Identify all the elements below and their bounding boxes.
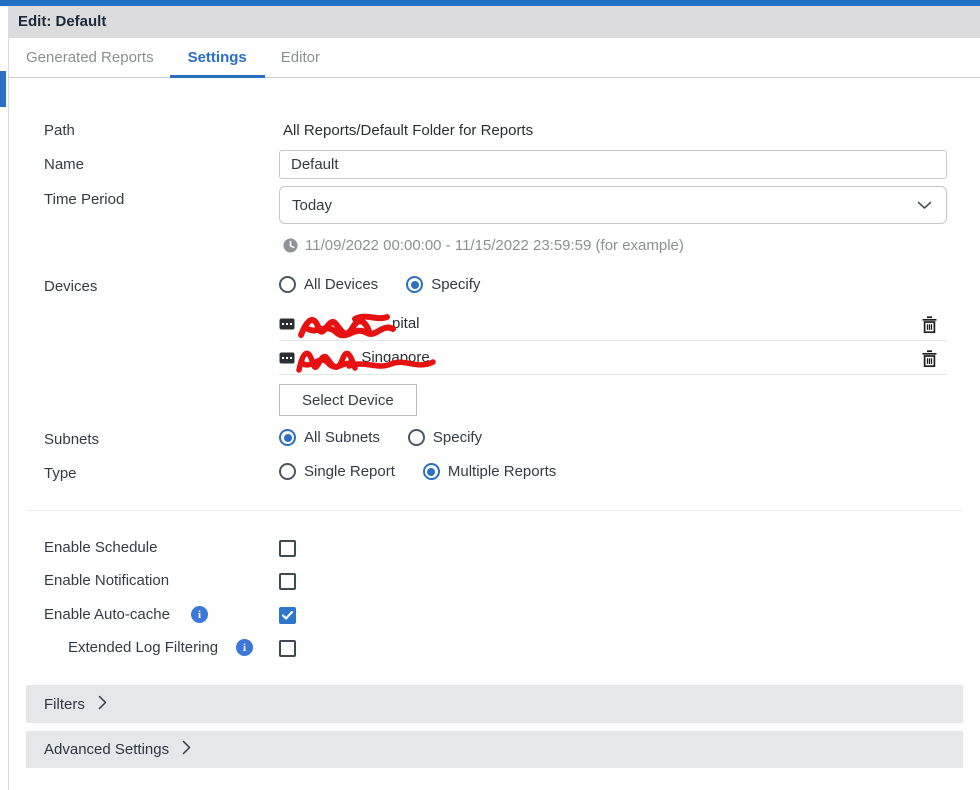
page-title: Edit: Default [8,6,980,38]
radio-specify-devices[interactable]: Specify [406,276,480,293]
time-period-hint: 11/09/2022 00:00:00 - 11/15/2022 23:59:5… [283,237,684,254]
device-icon [279,352,295,364]
radio-circle[interactable] [279,276,296,293]
device-row: pital [279,307,947,341]
radio-circle[interactable] [279,463,296,480]
panel-left-border [8,38,9,790]
device-name: pital [279,315,420,332]
radio-label: Specify [431,276,480,293]
clock-icon [283,238,298,253]
radio-single-report[interactable]: Single Report [279,463,395,480]
enable-schedule-checkbox[interactable] [279,540,296,557]
tab-generated-reports[interactable]: Generated Reports [26,38,154,78]
tab-editor[interactable]: Editor [281,38,320,78]
left-scroll-marker [0,71,6,107]
type-radio-group: Single Report Multiple Reports [279,463,556,480]
filters-section-bar[interactable]: Filters [26,685,963,723]
enable-notification-checkbox[interactable] [279,573,296,590]
enable-schedule-label: Enable Schedule [44,539,157,556]
tab-settings[interactable]: Settings [188,38,247,78]
advanced-settings-section-bar[interactable]: Advanced Settings [26,731,963,768]
trash-icon[interactable] [921,315,938,334]
type-label: Type [44,465,77,482]
radio-circle[interactable] [408,429,425,446]
tab-bar: Generated Reports Settings Editor [9,38,980,78]
enable-notification-label: Enable Notification [44,572,169,589]
extended-log-filtering-label: Extended Log Filtering [68,639,218,656]
radio-label: All Subnets [304,429,380,446]
filters-section-label: Filters [44,696,85,713]
chevron-right-icon [98,695,107,714]
time-period-select[interactable]: Today [279,186,947,224]
radio-label: All Devices [304,276,378,293]
time-period-label: Time Period [44,191,124,208]
radio-circle-selected[interactable] [423,463,440,480]
devices-radio-group: All Devices Specify [279,276,480,293]
radio-all-devices[interactable]: All Devices [279,276,378,293]
hint-text: 11/09/2022 00:00:00 - 11/15/2022 23:59:5… [305,237,684,254]
radio-multiple-reports[interactable]: Multiple Reports [423,463,556,480]
check-icon [282,611,293,620]
device-list: pital [279,307,947,375]
enable-auto-cache-checkbox[interactable] [279,607,296,624]
device-row: _Singapore [279,341,947,375]
time-period-value: Today [292,197,917,214]
subnets-radio-group: All Subnets Specify [279,429,482,446]
device-name: _Singapore [279,349,430,366]
info-icon[interactable]: i [191,606,208,623]
trash-icon[interactable] [921,349,938,368]
radio-circle-selected[interactable] [279,429,296,446]
radio-label: Multiple Reports [448,463,556,480]
devices-label: Devices [44,278,97,295]
path-value: All Reports/Default Folder for Reports [283,122,533,139]
section-divider [26,510,963,511]
enable-auto-cache-label: Enable Auto-cache [44,606,170,623]
advanced-settings-section-label: Advanced Settings [44,741,169,758]
info-icon[interactable]: i [236,639,253,656]
name-input[interactable] [279,150,947,179]
radio-all-subnets[interactable]: All Subnets [279,429,380,446]
extended-log-filtering-checkbox[interactable] [279,640,296,657]
device-name-visible: _Singapore [353,349,430,366]
name-label: Name [44,156,84,173]
radio-label: Specify [433,429,482,446]
chevron-down-icon [917,197,932,214]
radio-specify-subnets[interactable]: Specify [408,429,482,446]
device-name-visible: pital [392,315,420,332]
chevron-right-icon [182,740,191,759]
radio-label: Single Report [304,463,395,480]
device-icon [279,318,295,330]
subnets-label: Subnets [44,431,99,448]
radio-circle-selected[interactable] [406,276,423,293]
path-label: Path [44,122,75,139]
select-device-button[interactable]: Select Device [279,384,417,416]
